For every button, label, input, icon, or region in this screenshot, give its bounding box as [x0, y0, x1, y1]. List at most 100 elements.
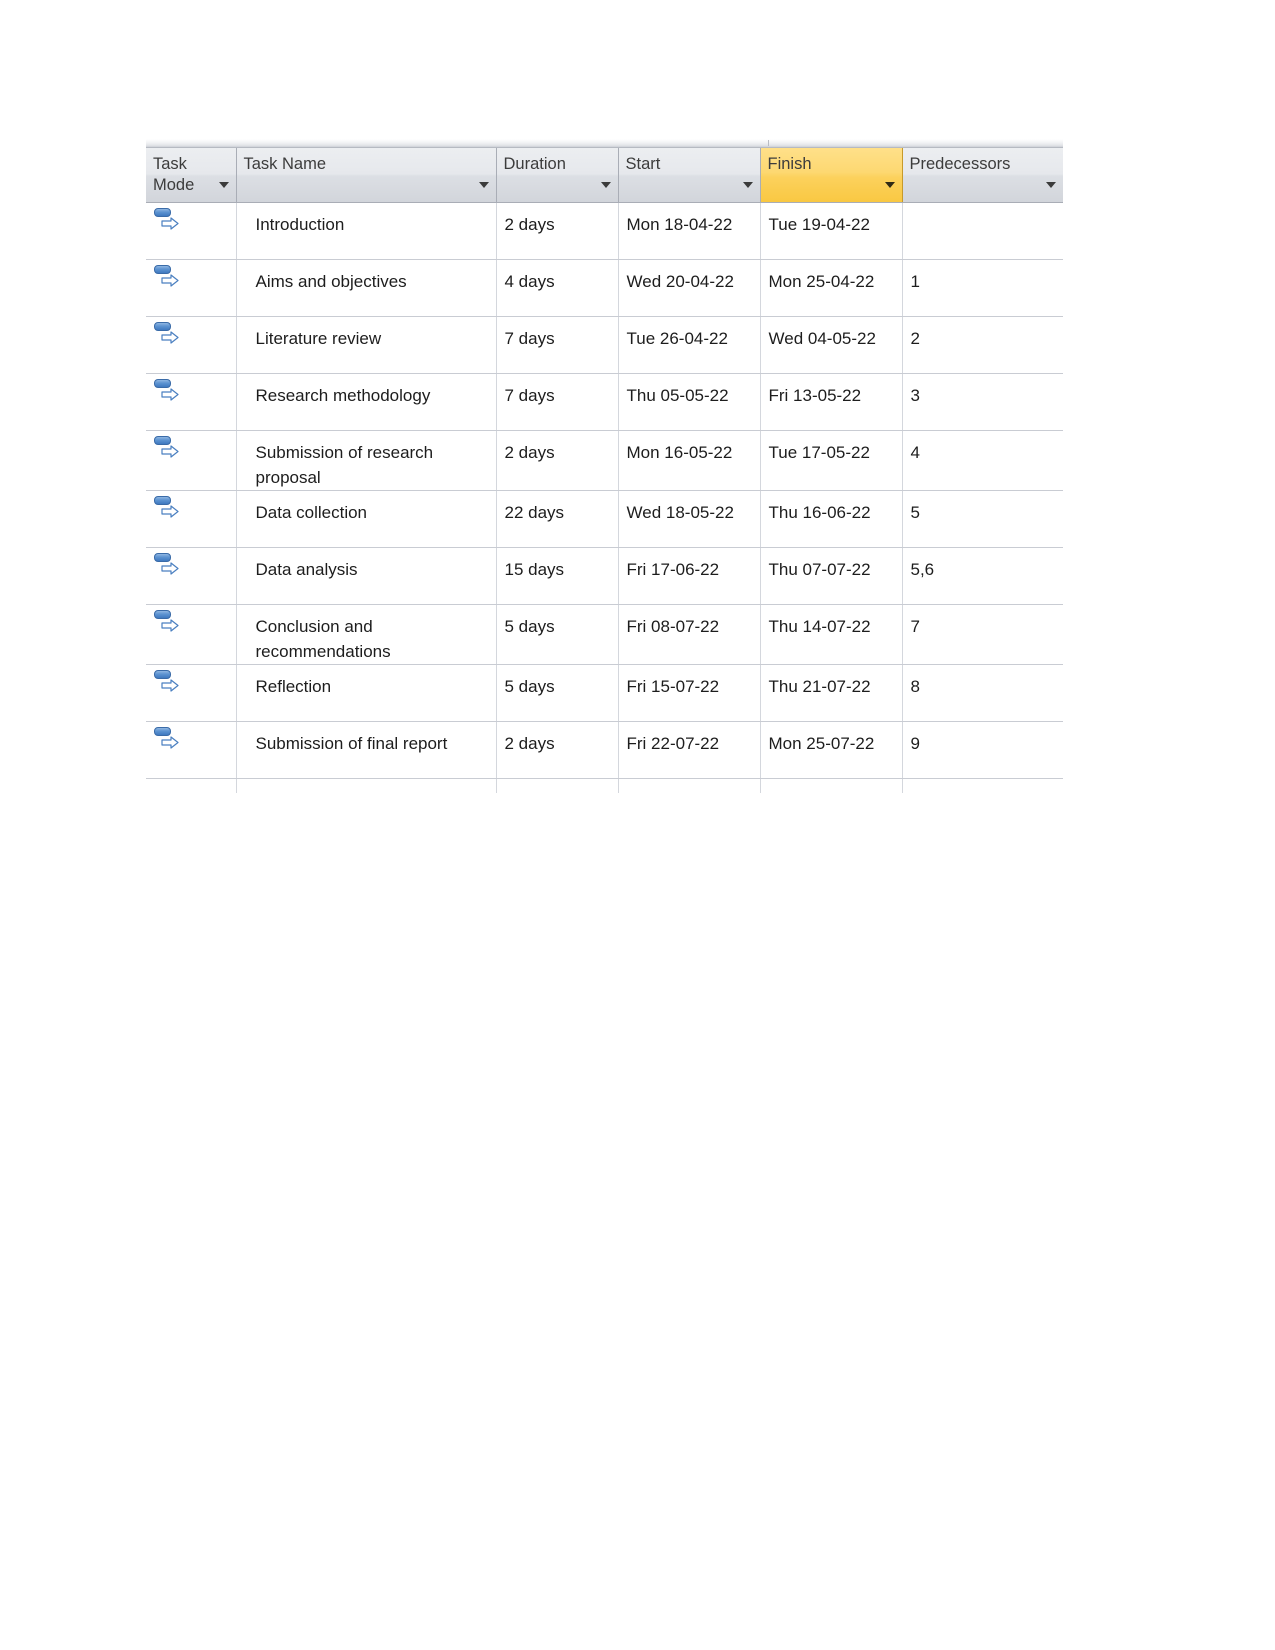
cell-task-mode[interactable]	[146, 373, 237, 431]
cell-finish[interactable]: Thu 14-07-22	[760, 604, 903, 665]
cell-duration[interactable]: 2 days	[496, 721, 619, 779]
table-row[interactable]: Conclusion and recommendations 5 days Fr…	[146, 604, 1063, 665]
table-row[interactable]: Research methodology 7 days Thu 05-05-22…	[146, 373, 1063, 431]
cell-start[interactable]: Fri 22-07-22	[618, 721, 761, 779]
column-header-start[interactable]: Start	[618, 148, 761, 203]
cell-predecessors[interactable]: 5	[902, 490, 1063, 548]
cell-start[interactable]: Mon 16-05-22	[618, 430, 761, 491]
cell-predecessors[interactable]: 4	[902, 430, 1063, 491]
cell-task-mode[interactable]	[146, 664, 237, 722]
cell-predecessors[interactable]: 3	[902, 373, 1063, 431]
cell-task-name[interactable]: Aims and objectives	[236, 259, 497, 317]
cell-start[interactable]: Fri 08-07-22	[618, 604, 761, 665]
cell-task-name[interactable]: Conclusion and recommendations	[236, 604, 497, 665]
cell-task-mode[interactable]	[146, 316, 237, 374]
cell-predecessors[interactable]: 7	[902, 604, 1063, 665]
cell-predecessors[interactable]: 2	[902, 316, 1063, 374]
cell-duration[interactable]: 4 days	[496, 259, 619, 317]
cell-predecessors[interactable]	[902, 778, 1063, 793]
cell-duration[interactable]: 2 days	[496, 430, 619, 491]
chevron-down-icon[interactable]	[742, 181, 753, 188]
table-row[interactable]: Submission of research proposal 2 days M…	[146, 430, 1063, 491]
column-header-predecessors[interactable]: Predecessors	[902, 148, 1063, 203]
project-task-grid[interactable]: Task Mode Task Name Duration Start Finis…	[146, 139, 1063, 793]
cell-task-name[interactable]: Introduction	[236, 202, 497, 260]
manually-scheduled-icon[interactable]	[154, 609, 180, 634]
cell-start[interactable]: Tue 26-04-22	[618, 316, 761, 374]
table-row[interactable]: Introduction 2 days Mon 18-04-22 Tue 19-…	[146, 202, 1063, 260]
cell-predecessors[interactable]: 5,6	[902, 547, 1063, 605]
cell-task-name[interactable]	[236, 778, 497, 793]
cell-duration[interactable]: 5 days	[496, 664, 619, 722]
cell-task-mode[interactable]	[146, 547, 237, 605]
cell-finish[interactable]	[760, 778, 903, 793]
cell-task-mode[interactable]	[146, 721, 237, 779]
cell-start[interactable]: Wed 20-04-22	[618, 259, 761, 317]
cell-start[interactable]: Mon 18-04-22	[618, 202, 761, 260]
manually-scheduled-icon[interactable]	[154, 207, 180, 232]
chevron-down-icon[interactable]	[1045, 181, 1056, 188]
cell-duration[interactable]: 5 days	[496, 604, 619, 665]
cell-duration[interactable]: 15 days	[496, 547, 619, 605]
cell-task-name[interactable]: Submission of final report	[236, 721, 497, 779]
manually-scheduled-icon[interactable]	[154, 669, 180, 694]
cell-duration[interactable]: 2 days	[496, 202, 619, 260]
cell-task-mode[interactable]	[146, 778, 237, 793]
manually-scheduled-icon[interactable]	[154, 378, 180, 403]
cell-finish[interactable]: Mon 25-07-22	[760, 721, 903, 779]
table-row[interactable]: Aims and objectives 4 days Wed 20-04-22 …	[146, 259, 1063, 317]
cell-task-name[interactable]: Submission of research proposal	[236, 430, 497, 491]
chevron-down-icon[interactable]	[600, 181, 611, 188]
cell-task-name[interactable]: Literature review	[236, 316, 497, 374]
cell-finish[interactable]: Wed 04-05-22	[760, 316, 903, 374]
cell-duration[interactable]: 22 days	[496, 490, 619, 548]
cell-duration[interactable]	[496, 778, 619, 793]
cell-start[interactable]: Fri 17-06-22	[618, 547, 761, 605]
table-row[interactable]: Data collection 22 days Wed 18-05-22 Thu…	[146, 490, 1063, 548]
cell-predecessors[interactable]	[902, 202, 1063, 260]
cell-task-mode[interactable]	[146, 430, 237, 491]
cell-finish[interactable]: Thu 21-07-22	[760, 664, 903, 722]
cell-predecessors[interactable]: 9	[902, 721, 1063, 779]
cell-finish[interactable]: Thu 07-07-22	[760, 547, 903, 605]
cell-task-mode[interactable]	[146, 202, 237, 260]
grid-split-bar[interactable]	[146, 139, 1063, 148]
cell-predecessors[interactable]: 1	[902, 259, 1063, 317]
chevron-down-icon[interactable]	[218, 181, 229, 188]
cell-duration[interactable]: 7 days	[496, 316, 619, 374]
cell-start[interactable]	[618, 778, 761, 793]
cell-start[interactable]: Fri 15-07-22	[618, 664, 761, 722]
cell-task-name[interactable]: Data analysis	[236, 547, 497, 605]
chevron-down-icon[interactable]	[884, 181, 895, 188]
cell-start[interactable]: Wed 18-05-22	[618, 490, 761, 548]
table-row[interactable]: Literature review 7 days Tue 26-04-22 We…	[146, 316, 1063, 374]
column-header-finish[interactable]: Finish	[760, 148, 903, 203]
cell-finish[interactable]: Tue 17-05-22	[760, 430, 903, 491]
cell-start[interactable]: Thu 05-05-22	[618, 373, 761, 431]
manually-scheduled-icon[interactable]	[154, 552, 180, 577]
cell-finish[interactable]: Tue 19-04-22	[760, 202, 903, 260]
cell-task-name[interactable]: Research methodology	[236, 373, 497, 431]
manually-scheduled-icon[interactable]	[154, 435, 180, 460]
cell-task-name[interactable]: Reflection	[236, 664, 497, 722]
table-row[interactable]: Reflection 5 days Fri 15-07-22 Thu 21-07…	[146, 664, 1063, 722]
column-header-task-name[interactable]: Task Name	[236, 148, 497, 203]
column-header-task-mode[interactable]: Task Mode	[146, 148, 237, 203]
table-row-empty[interactable]	[146, 778, 1063, 793]
manually-scheduled-icon[interactable]	[154, 495, 180, 520]
cell-duration[interactable]: 7 days	[496, 373, 619, 431]
cell-finish[interactable]: Thu 16-06-22	[760, 490, 903, 548]
cell-task-mode[interactable]	[146, 490, 237, 548]
cell-task-mode[interactable]	[146, 604, 237, 665]
cell-predecessors[interactable]: 8	[902, 664, 1063, 722]
chevron-down-icon[interactable]	[478, 181, 489, 188]
column-header-duration[interactable]: Duration	[496, 148, 619, 203]
cell-finish[interactable]: Mon 25-04-22	[760, 259, 903, 317]
cell-task-mode[interactable]	[146, 259, 237, 317]
manually-scheduled-icon[interactable]	[154, 726, 180, 751]
table-row[interactable]: Submission of final report 2 days Fri 22…	[146, 721, 1063, 779]
manually-scheduled-icon[interactable]	[154, 321, 180, 346]
table-row[interactable]: Data analysis 15 days Fri 17-06-22 Thu 0…	[146, 547, 1063, 605]
cell-finish[interactable]: Fri 13-05-22	[760, 373, 903, 431]
manually-scheduled-icon[interactable]	[154, 264, 180, 289]
